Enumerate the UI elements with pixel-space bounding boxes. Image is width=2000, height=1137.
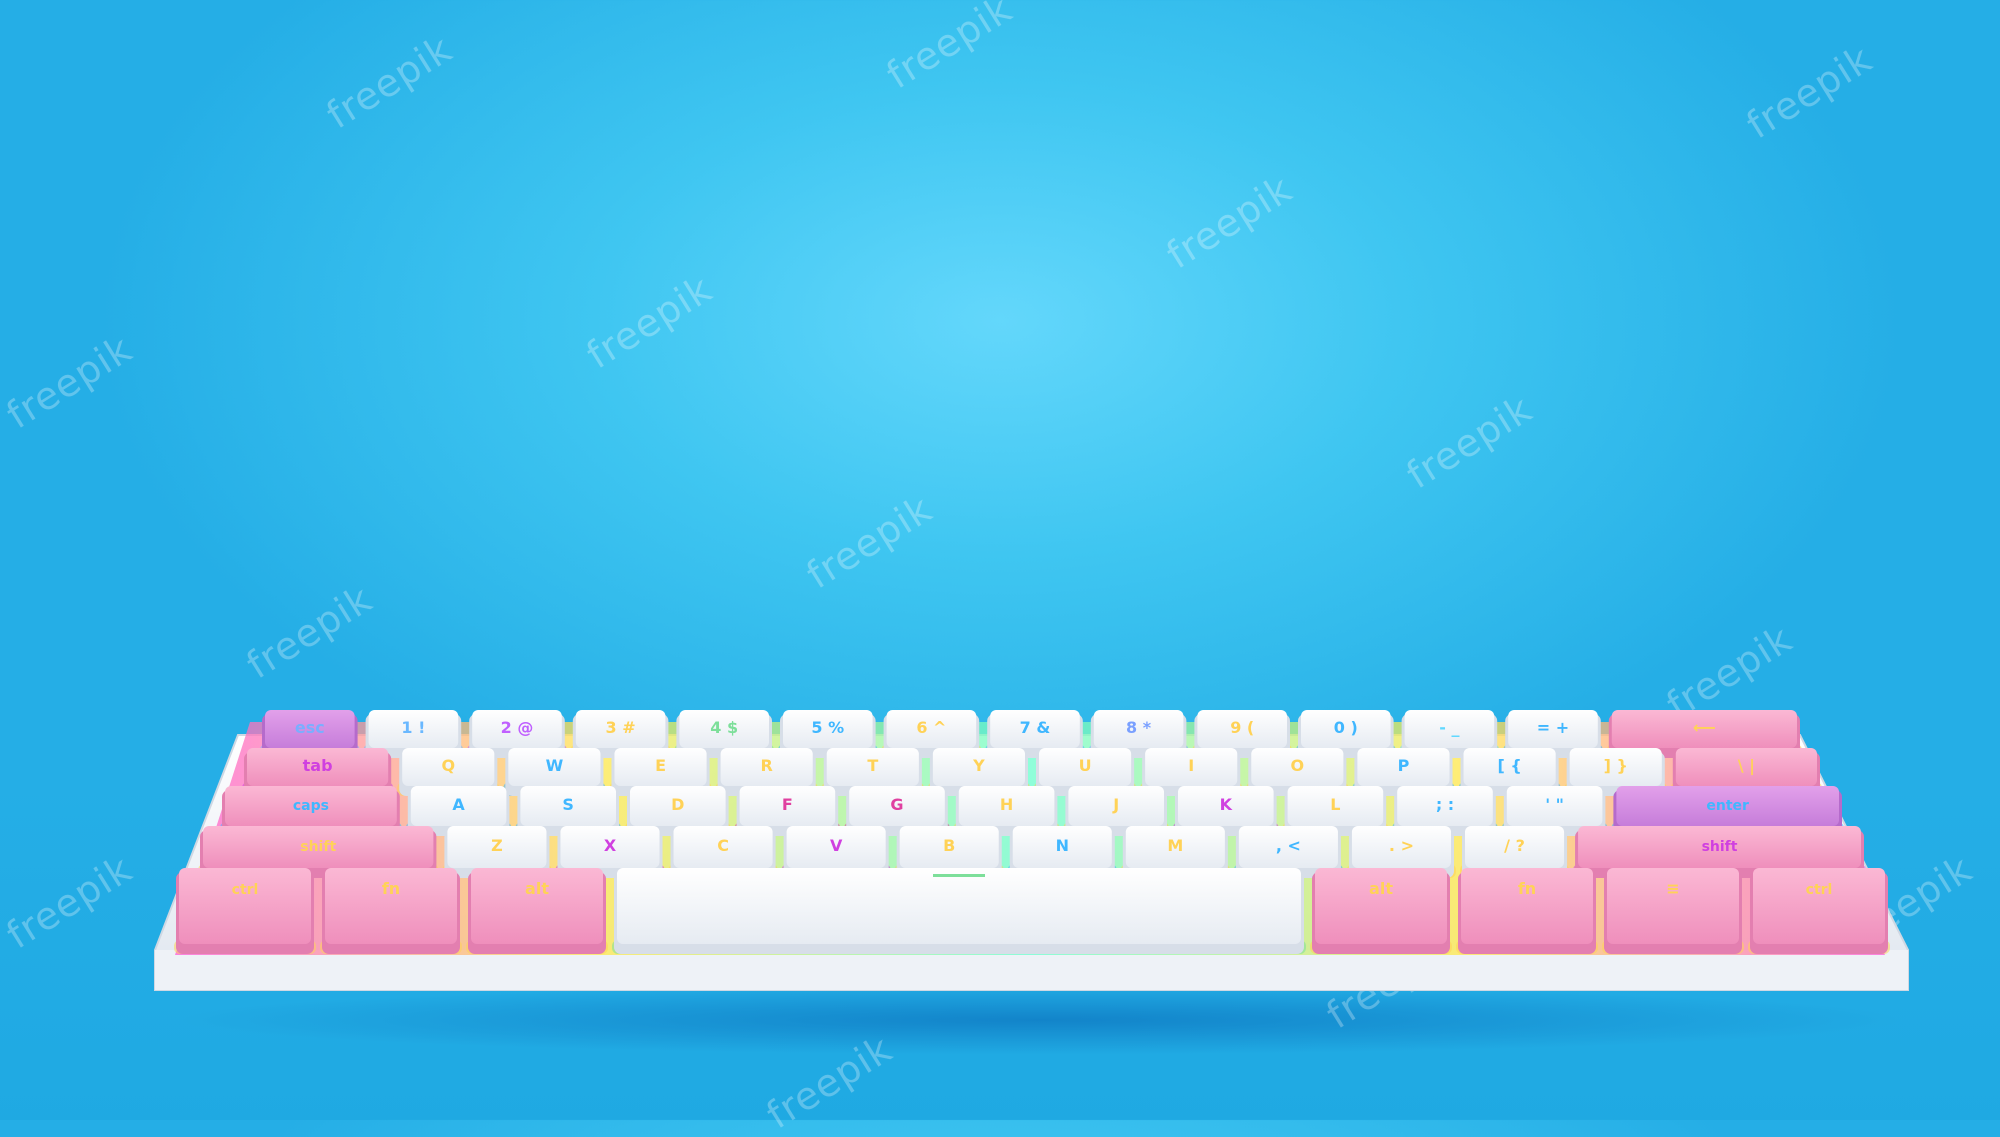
key-legend: alt [1369,879,1393,898]
key-legend: X [604,836,617,855]
key-legend: Y [972,756,985,775]
key-legend: 7 & [1020,718,1051,737]
key-legend: 3 # [606,718,636,737]
key-legend: fn [382,879,400,898]
key-legend: P [1398,756,1410,775]
key-ctrl: ctrl [1748,868,1890,954]
spacebar-indicator [933,874,985,877]
key-legend: D [671,795,684,814]
key-legend: . > [1389,836,1414,855]
key-legend: M [1167,836,1183,855]
key-alt: alt [466,868,608,954]
key-legend: Z [491,836,503,855]
key-legend: - _ [1439,718,1459,737]
key-legend: ' " [1545,795,1564,814]
key-legend: U [1079,756,1092,775]
keyboard-frame-front [155,950,1908,990]
key-legend: ⟵ [1693,718,1716,737]
key-legend: 8 * [1126,718,1152,737]
key-ctrl: ctrl [174,868,316,954]
keycap [617,868,1301,944]
key-legend: 1 ! [401,718,425,737]
key-legend: T [867,756,878,775]
key-legend: 6 ^ [916,718,946,737]
key-legend: [ { [1497,756,1521,775]
key-legend: N [1056,836,1069,855]
key-legend: C [717,836,729,855]
key-space [612,868,1306,954]
key-legend: 4 $ [710,718,738,737]
key-legend: G [890,795,903,814]
key-legend: K [1220,795,1233,814]
key-legend: Q [441,756,455,775]
key-legend: ctrl [232,882,259,898]
key-legend: ; : [1436,795,1454,814]
key-legend: B [943,836,955,855]
key-grid: esc 1 ! 2 @ 3 # 4 $ 5 % 6 ^ 7 & 8 * 9 ( 0 ) - _ = + ⟵… [174,710,1890,954]
key-legend: / ? [1504,836,1525,855]
key-legend: ctrl [1806,882,1833,898]
key-legend: I [1188,756,1194,775]
key-legend: shift [1702,839,1738,855]
key-symbol: ≡ [1602,868,1744,954]
key-legend: fn [1518,879,1536,898]
key-legend: 5 % [811,718,844,737]
key-legend: = + [1537,718,1569,737]
key-legend: L [1330,795,1340,814]
keycap [179,868,311,944]
key-legend: , < [1276,836,1301,855]
key-legend: S [562,795,574,814]
key-legend: E [655,756,666,775]
key-legend: H [1000,795,1013,814]
keycap [1753,868,1885,944]
key-legend: A [452,795,465,814]
keyboard: esc 1 ! 2 @ 3 # 4 $ 5 % 6 ^ 7 & 8 * 9 ( 0 ) - _ = + ⟵… [154,710,1909,991]
key-legend: 2 @ [501,718,534,737]
key-legend: W [546,756,564,775]
key-legend: \ | [1738,756,1755,776]
key-legend: caps [293,798,329,814]
key-legend: J [1112,795,1119,814]
key-legend: V [830,836,843,855]
key-legend: ] } [1604,756,1628,775]
key-legend: 9 ( [1230,718,1254,737]
key-fn: fn [1456,868,1598,954]
key-legend: enter [1706,798,1749,814]
key-legend: esc [295,718,325,737]
key-legend: F [782,795,793,814]
key-legend: O [1291,756,1305,775]
key-fn: fn [320,868,462,954]
key-legend: tab [303,756,333,775]
key-legend: 0 ) [1334,718,1358,737]
key-legend: shift [300,839,336,855]
key-legend: R [761,756,773,775]
key-legend: alt [525,879,549,898]
key-legend: ≡ [1666,879,1679,898]
key-alt: alt [1310,868,1452,954]
